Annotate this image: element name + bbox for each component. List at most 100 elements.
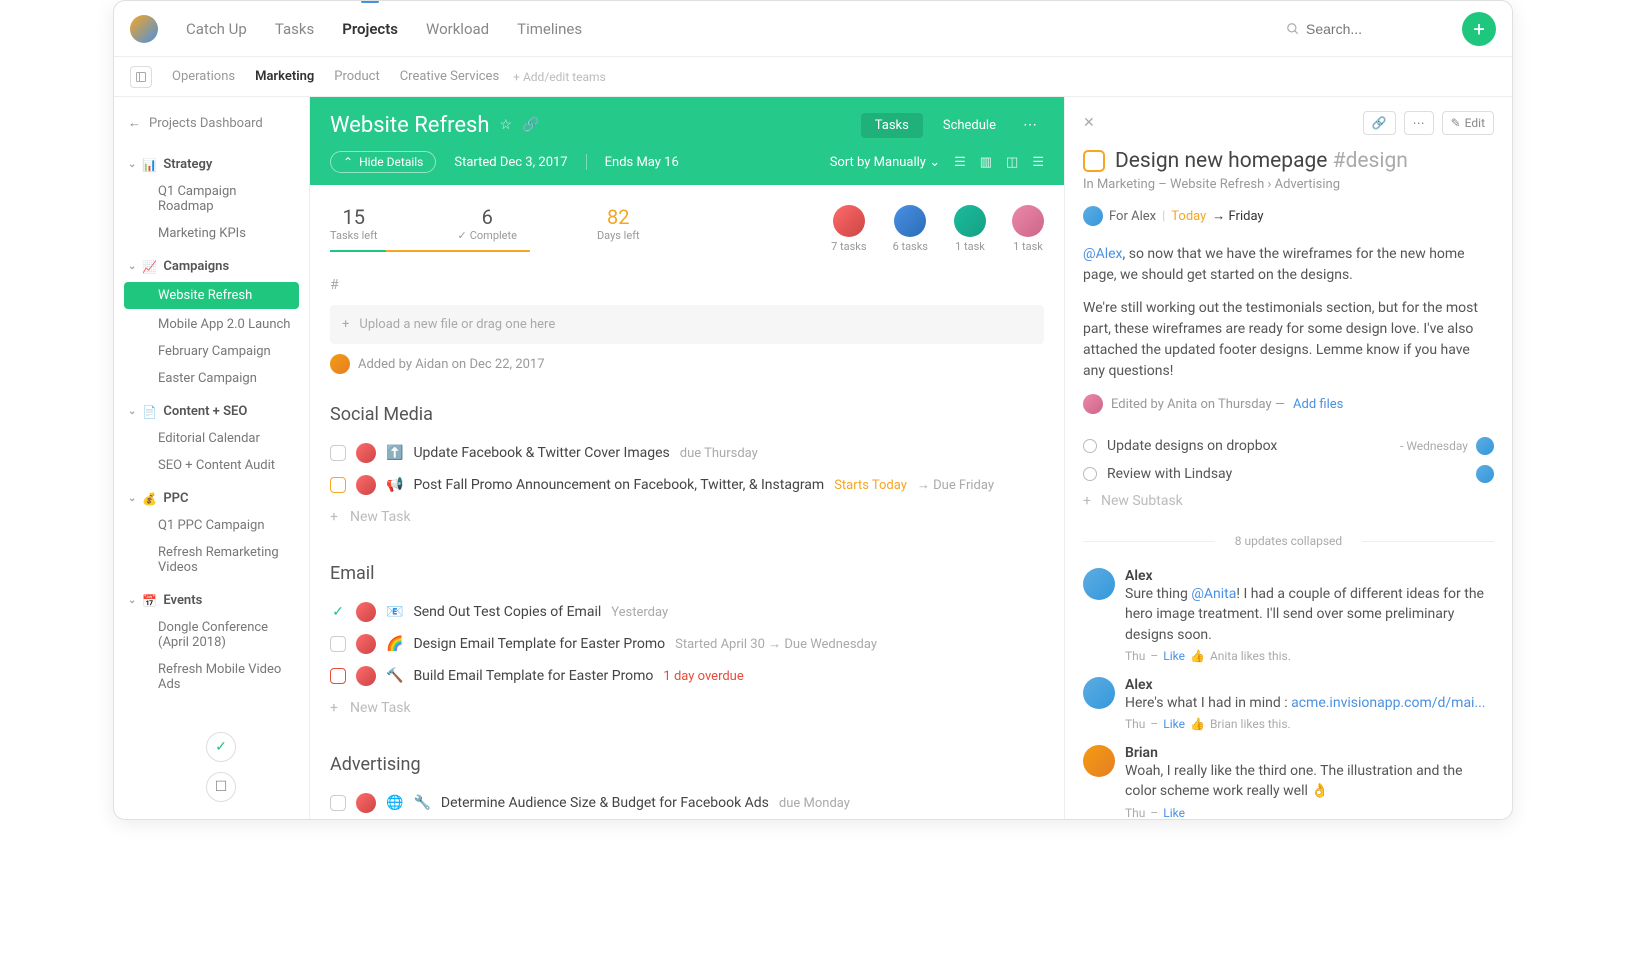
sidebar-item[interactable]: Easter Campaign <box>114 365 309 392</box>
tab-tasks[interactable]: Tasks <box>861 113 923 138</box>
subtask-checkbox[interactable] <box>1083 467 1097 481</box>
like-button[interactable]: Like <box>1163 806 1185 819</box>
avatar <box>1083 745 1115 777</box>
due-label: → Friday <box>1212 208 1263 224</box>
ends-label: Ends May 16 <box>605 155 679 170</box>
task-row[interactable]: ⬆️Update Facebook & Twitter Cover Images… <box>330 437 1044 469</box>
assignee[interactable]: 7 tasks <box>831 205 866 253</box>
assignee[interactable]: 1 task <box>1012 205 1044 253</box>
app-logo[interactable] <box>130 15 158 43</box>
sidebar-group-events[interactable]: ⌄📅Events <box>114 587 309 614</box>
close-icon[interactable]: ✕ <box>1083 115 1095 131</box>
sidebar-item[interactable]: Marketing KPIs <box>114 220 309 247</box>
sidebar-item[interactable]: Refresh Remarketing Videos <box>114 539 309 581</box>
hide-details-button[interactable]: ⌃Hide Details <box>330 151 436 173</box>
task-checkbox[interactable] <box>330 445 346 461</box>
split-view-icon[interactable]: ◫ <box>1006 155 1018 170</box>
add-edit-teams[interactable]: + Add/edit teams <box>513 70 606 84</box>
edit-button[interactable]: ✎Edit <box>1442 111 1494 135</box>
task-row[interactable]: 🌈Design Email Template for Easter PromoS… <box>330 628 1044 660</box>
task-title: Design Email Template for Easter Promo <box>413 636 665 652</box>
nav-timelines[interactable]: Timelines <box>517 2 582 56</box>
sidebar-group-campaigns[interactable]: ⌄📈Campaigns <box>114 253 309 280</box>
nav-workload[interactable]: Workload <box>426 2 489 56</box>
sidebar-item[interactable]: Editorial Calendar <box>114 425 309 452</box>
assignee[interactable]: 6 tasks <box>893 205 928 253</box>
mention[interactable]: @Alex <box>1083 246 1122 262</box>
board-view-icon[interactable]: ▥ <box>980 155 992 170</box>
sidebar-item[interactable]: Q1 PPC Campaign <box>114 512 309 539</box>
task-row[interactable]: 🔨Build Email Template for Easter Promo1 … <box>330 660 1044 692</box>
panel-toggle-icon[interactable] <box>130 66 152 88</box>
assignee-count: 1 task <box>954 240 986 253</box>
for-label: For Alex <box>1109 209 1156 224</box>
comment-link[interactable]: acme.invisionapp.com/d/mai... <box>1291 695 1485 711</box>
like-button[interactable]: Like <box>1163 649 1185 663</box>
more-button[interactable]: ⋯ <box>1404 111 1434 135</box>
quick-calendar-button[interactable]: ☐ <box>206 772 236 802</box>
search-input[interactable] <box>1306 21 1426 37</box>
comment-author: Alex <box>1125 677 1494 693</box>
assignee[interactable]: 1 task <box>954 205 986 253</box>
plus-icon: + <box>330 700 338 716</box>
nav-projects[interactable]: Projects <box>342 2 398 56</box>
breadcrumb[interactable]: In Marketing – Website Refresh › Adverti… <box>1083 177 1494 192</box>
task-checkbox[interactable] <box>330 636 346 652</box>
nav-catchup[interactable]: Catch Up <box>186 2 247 56</box>
sidebar-item[interactable]: Dongle Conference (April 2018) <box>114 614 309 656</box>
nav-tasks[interactable]: Tasks <box>275 2 314 56</box>
back-link[interactable]: ← Projects Dashboard <box>114 111 309 145</box>
subtask-row[interactable]: Update designs on dropbox- Wednesday <box>1083 432 1494 460</box>
new-task-button[interactable]: +New Task <box>330 501 1044 533</box>
tab-schedule[interactable]: Schedule <box>929 113 1010 138</box>
task-checkbox[interactable] <box>330 477 346 493</box>
filter-icon[interactable]: ☰ <box>1032 155 1044 170</box>
task-row[interactable]: 🌐🔧Determine Audience Size & Budget for F… <box>330 787 1044 819</box>
avatar <box>1476 437 1494 455</box>
sidebar-item[interactable]: Q1 Campaign Roadmap <box>114 178 309 220</box>
sort-dropdown[interactable]: Sort by Manually ⌄ <box>830 155 940 170</box>
team-product[interactable]: Product <box>334 69 379 84</box>
task-checkbox[interactable] <box>330 668 346 684</box>
task-row[interactable]: ✓📧Send Out Test Copies of EmailYesterday <box>330 596 1044 628</box>
task-checkbox[interactable] <box>330 795 346 811</box>
team-creative[interactable]: Creative Services <box>400 69 499 84</box>
task-icon: 🌈 <box>386 636 403 652</box>
task-row[interactable]: 📢Post Fall Promo Announcement on Faceboo… <box>330 469 1044 501</box>
new-task-button[interactable]: +New Task <box>330 692 1044 724</box>
assignee-count: 6 tasks <box>893 240 928 253</box>
list-view-icon[interactable]: ☰ <box>954 155 966 170</box>
task-checkbox[interactable] <box>1083 150 1105 172</box>
add-button[interactable]: + <box>1462 12 1496 46</box>
new-subtask-button[interactable]: +New Subtask <box>1083 488 1494 514</box>
sidebar-item-website-refresh[interactable]: Website Refresh <box>124 282 299 309</box>
team-operations[interactable]: Operations <box>172 69 235 84</box>
complete-count: 6 <box>458 205 517 229</box>
search-box[interactable] <box>1286 21 1446 37</box>
subtask-row[interactable]: Review with Lindsay <box>1083 460 1494 488</box>
sidebar-item[interactable]: Refresh Mobile Video Ads <box>114 656 309 698</box>
sidebar-group-content[interactable]: ⌄📄Content + SEO <box>114 398 309 425</box>
mention[interactable]: @Anita <box>1191 586 1236 602</box>
avatar <box>330 354 350 374</box>
avatar <box>1476 465 1494 483</box>
quick-check-button[interactable]: ✓ <box>206 732 236 762</box>
sidebar-item[interactable]: February Campaign <box>114 338 309 365</box>
sidebar-item[interactable]: SEO + Content Audit <box>114 452 309 479</box>
avatar <box>356 602 376 622</box>
link-icon[interactable]: 🔗 <box>522 117 539 133</box>
sidebar-group-ppc[interactable]: ⌄💰PPC <box>114 485 309 512</box>
sidebar-group-strategy[interactable]: ⌄📊Strategy <box>114 151 309 178</box>
upload-dropzone[interactable]: +Upload a new file or drag one here <box>330 305 1044 344</box>
more-icon[interactable]: ⋯ <box>1016 111 1044 139</box>
copy-link-button[interactable]: 🔗 <box>1363 111 1396 135</box>
tasks-left-count: 15 <box>330 205 378 229</box>
add-files-link[interactable]: Add files <box>1293 397 1343 412</box>
task-checkbox-done[interactable]: ✓ <box>330 604 346 620</box>
star-icon[interactable]: ☆ <box>500 117 513 133</box>
like-button[interactable]: Like <box>1163 717 1185 731</box>
collapsed-updates[interactable]: 8 updates collapsed <box>1083 534 1494 548</box>
subtask-checkbox[interactable] <box>1083 439 1097 453</box>
team-marketing[interactable]: Marketing <box>255 69 314 84</box>
sidebar-item[interactable]: Mobile App 2.0 Launch <box>114 311 309 338</box>
